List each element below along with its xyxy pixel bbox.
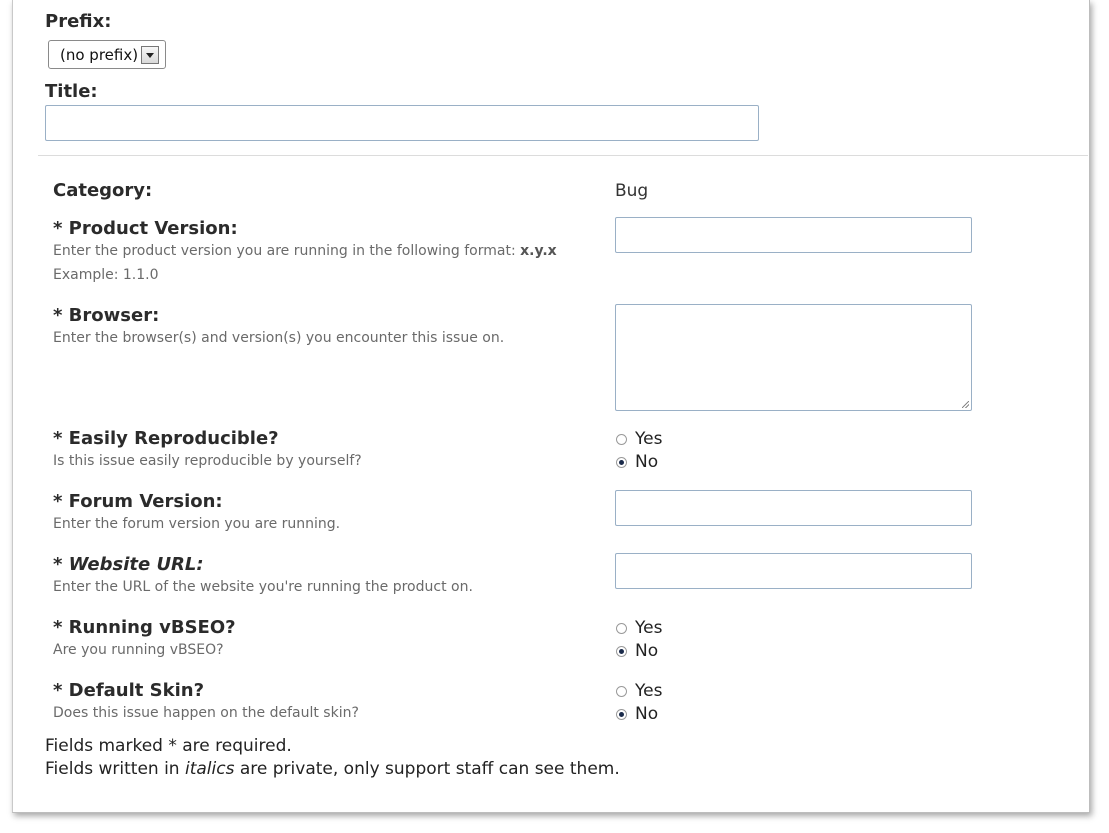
title-input[interactable] <box>45 105 759 141</box>
product-version-desc-text: Enter the product version you are runnin… <box>53 243 521 259</box>
prefix-label: Prefix: <box>45 11 112 32</box>
browser-textarea[interactable] <box>615 304 972 411</box>
radio-yes-label: Yes <box>635 618 663 638</box>
forum-version-label: * Forum Version: <box>53 491 223 512</box>
radio-no-label: No <box>635 641 659 661</box>
radio-yes-label: Yes <box>635 429 663 449</box>
website-url-label: * Website URL: <box>53 554 204 575</box>
product-version-format: x.y.x <box>520 243 557 259</box>
easily-reproducible-no-option[interactable]: No <box>616 452 658 472</box>
website-url-desc: Enter the URL of the website you're runn… <box>53 579 473 595</box>
form-panel: Prefix: (no prefix) Title: Category: Bug… <box>12 0 1090 813</box>
forum-version-desc: Enter the forum version you are running. <box>53 516 341 532</box>
prefix-select-value: (no prefix) <box>60 46 139 64</box>
default-skin-label: * Default Skin? <box>53 680 205 701</box>
forum-version-input[interactable] <box>615 490 972 526</box>
easily-reproducible-yes-option[interactable]: Yes <box>616 429 662 449</box>
easily-reproducible-desc: Is this issue easily reproducible by you… <box>53 453 362 469</box>
radio-no-selected[interactable] <box>616 708 627 720</box>
prefix-select[interactable]: (no prefix) <box>48 40 166 69</box>
product-version-label: * Product Version: <box>53 218 238 239</box>
radio-no-label: No <box>635 704 659 724</box>
running-vbseo-desc: Are you running vBSEO? <box>53 642 224 658</box>
default-skin-desc: Does this issue happen on the default sk… <box>53 705 359 721</box>
radio-no-selected[interactable] <box>616 645 627 657</box>
chevron-down-icon[interactable] <box>141 46 159 64</box>
default-skin-yes-option[interactable]: Yes <box>616 681 662 701</box>
category-label: Category: <box>53 180 153 201</box>
radio-yes[interactable] <box>616 433 627 445</box>
radio-yes-label: Yes <box>635 681 663 701</box>
easily-reproducible-label: * Easily Reproducible? <box>53 428 279 449</box>
product-version-example: Example: 1.1.0 <box>53 267 159 283</box>
running-vbseo-yes-option[interactable]: Yes <box>616 618 662 638</box>
private-note-suffix: are private, only support staff can see … <box>234 759 620 779</box>
radio-yes[interactable] <box>616 685 627 697</box>
section-divider <box>38 155 1088 156</box>
private-note-prefix: Fields written in <box>45 759 185 779</box>
browser-desc: Enter the browser(s) and version(s) you … <box>53 330 505 346</box>
category-value: Bug <box>615 181 649 201</box>
running-vbseo-label: * Running vBSEO? <box>53 617 236 638</box>
product-version-input[interactable] <box>615 217 972 253</box>
title-label: Title: <box>45 81 98 102</box>
private-note: Fields written in italics are private, o… <box>45 759 620 779</box>
running-vbseo-no-option[interactable]: No <box>616 641 658 661</box>
radio-yes[interactable] <box>616 622 627 634</box>
resize-handle-icon[interactable] <box>962 401 969 408</box>
radio-no-label: No <box>635 452 659 472</box>
default-skin-no-option[interactable]: No <box>616 704 658 724</box>
radio-no-selected[interactable] <box>616 456 627 468</box>
private-note-italic: italics <box>184 759 235 779</box>
required-note: Fields marked * are required. <box>45 736 292 756</box>
browser-label: * Browser: <box>53 305 160 326</box>
product-version-desc: Enter the product version you are runnin… <box>53 243 557 259</box>
website-url-input[interactable] <box>615 553 972 589</box>
